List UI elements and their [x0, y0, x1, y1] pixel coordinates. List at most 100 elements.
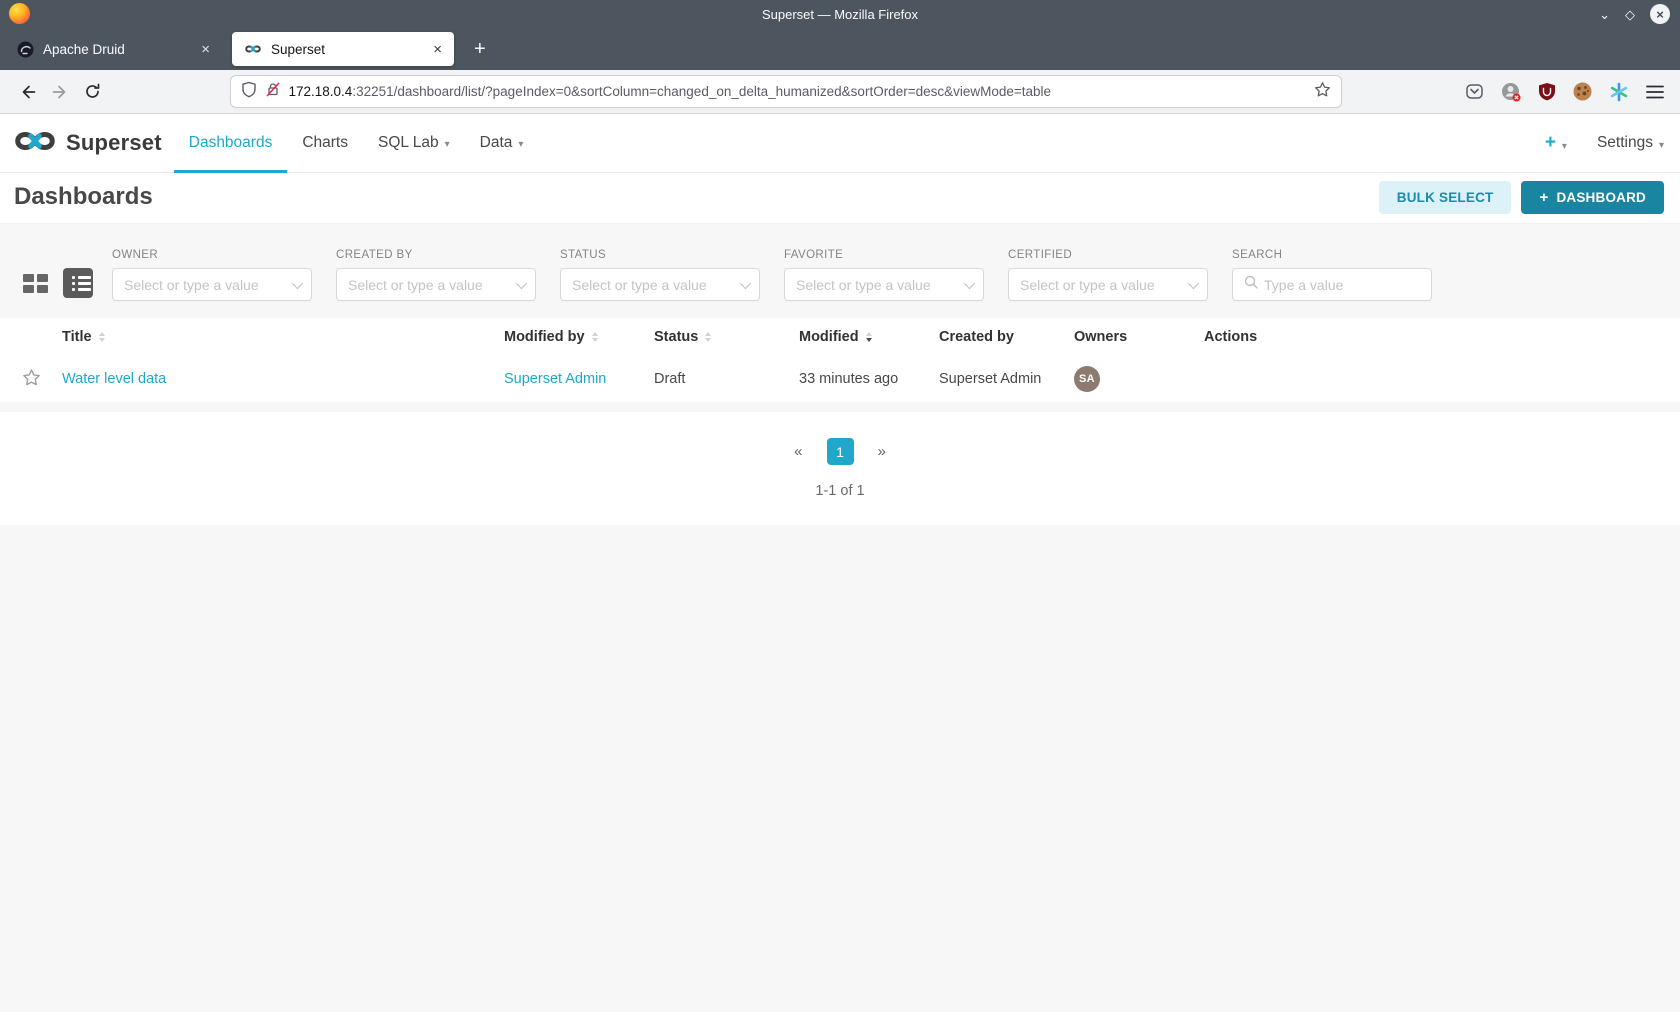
bulk-select-button[interactable]: BULK SELECT — [1379, 181, 1512, 214]
previous-page-icon[interactable]: « — [794, 443, 802, 460]
new-dashboard-button[interactable]: + DASHBOARD — [1521, 181, 1664, 214]
column-label: Status — [654, 329, 698, 345]
nav-item-dashboards[interactable]: Dashboards — [174, 114, 288, 172]
filter-label: STATUS — [560, 249, 760, 261]
superset-logo-icon — [12, 126, 58, 161]
close-window-icon[interactable]: × — [1650, 4, 1670, 24]
created-by-select[interactable]: Select or type a value — [336, 268, 536, 301]
reload-icon[interactable] — [76, 77, 108, 107]
row-owners-cell: SA — [1074, 366, 1204, 392]
superset-brand[interactable]: Superset — [12, 126, 162, 161]
cookie-icon[interactable] — [1571, 80, 1594, 103]
forward-icon[interactable] — [44, 77, 76, 107]
chevron-down-icon: ▾ — [518, 139, 523, 150]
pagination: « 1 » 1-1 of 1 — [0, 412, 1680, 525]
chevron-down-icon: ▾ — [445, 139, 450, 150]
ublock-origin-icon[interactable] — [1535, 80, 1558, 103]
superset-favicon — [244, 40, 262, 58]
shield-icon[interactable] — [241, 81, 257, 103]
table-row: Water level data Superset Admin Draft 33… — [16, 356, 1664, 402]
row-created-by-cell: Superset Admin — [939, 371, 1074, 387]
filter-label: SEARCH — [1232, 249, 1432, 261]
nav-item-data[interactable]: Data ▾ — [465, 114, 539, 172]
select-placeholder: Select or type a value — [1020, 277, 1180, 293]
superset-app: Superset Dashboards Charts SQL Lab ▾ Dat… — [0, 114, 1680, 525]
row-favorite-cell — [16, 368, 62, 391]
search-box — [1232, 268, 1432, 301]
new-item-menu[interactable]: +▾ — [1545, 132, 1567, 154]
extension-disabled-icon[interactable] — [1499, 80, 1522, 103]
tab-apache-druid[interactable]: Apache Druid × — [4, 32, 222, 66]
owner-select[interactable]: Select or type a value — [112, 268, 312, 301]
column-label: Owners — [1074, 329, 1127, 345]
dashboard-link[interactable]: Water level data — [62, 371, 166, 387]
row-status-cell: Draft — [654, 371, 799, 387]
bookmark-star-icon[interactable] — [1314, 81, 1331, 103]
druid-favicon — [16, 40, 34, 58]
search-input[interactable] — [1264, 277, 1445, 293]
column-label: Created by — [939, 329, 1014, 345]
settings-menu[interactable]: Settings▾ — [1597, 134, 1664, 152]
dashboards-table: Title Modified by Status Modified Create… — [0, 318, 1680, 412]
favorite-select[interactable]: Select or type a value — [784, 268, 984, 301]
select-placeholder: Select or type a value — [572, 277, 732, 293]
select-placeholder: Select or type a value — [124, 277, 284, 293]
browser-window: Superset — Mozilla Firefox ⌄ ◇ × Apache … — [0, 0, 1680, 1012]
nav-item-sql-lab[interactable]: SQL Lab ▾ — [363, 114, 465, 172]
status-select[interactable]: Select or type a value — [560, 268, 760, 301]
column-label: Actions — [1204, 329, 1257, 345]
window-title: Superset — Mozilla Firefox — [0, 7, 1680, 22]
column-label: Modified by — [504, 329, 585, 345]
tab-superset[interactable]: Superset × — [232, 32, 454, 66]
filter-label: CREATED BY — [336, 249, 536, 261]
window-controls: ⌄ ◇ × — [1599, 0, 1670, 28]
url-path: :32251/dashboard/list/?pageIndex=0&sortC… — [352, 84, 1051, 99]
url-text[interactable]: 172.18.0.4:32251/dashboard/list/?pageInd… — [289, 84, 1306, 99]
column-created-by: Created by — [939, 329, 1074, 345]
card-view-icon[interactable] — [21, 272, 50, 295]
pocket-icon[interactable] — [1463, 80, 1486, 103]
next-page-icon[interactable]: » — [878, 443, 886, 460]
nav-item-charts[interactable]: Charts — [287, 114, 363, 172]
sort-icon — [592, 332, 598, 342]
modified-by-link[interactable]: Superset Admin — [504, 371, 606, 387]
owner-avatar[interactable]: SA — [1074, 366, 1100, 392]
maximize-icon[interactable]: ◇ — [1625, 8, 1635, 21]
column-label: Title — [62, 329, 92, 345]
window-titlebar: Superset — Mozilla Firefox ⌄ ◇ × — [0, 0, 1680, 28]
minimize-icon[interactable]: ⌄ — [1599, 8, 1610, 21]
page-1-button[interactable]: 1 — [827, 438, 854, 465]
superset-navbar: Superset Dashboards Charts SQL Lab ▾ Dat… — [0, 114, 1680, 173]
insecure-lock-icon[interactable] — [265, 81, 281, 103]
tab-label: Superset — [271, 42, 431, 57]
multi-account-containers-icon[interactable] — [1607, 80, 1630, 103]
list-view-icon[interactable] — [63, 268, 93, 298]
page-background — [0, 525, 1680, 1012]
url-bar[interactable]: 172.18.0.4:32251/dashboard/list/?pageInd… — [231, 76, 1341, 107]
column-actions: Actions — [1204, 329, 1664, 345]
column-modified[interactable]: Modified — [799, 329, 939, 345]
nav-items: Dashboards Charts SQL Lab ▾ Data ▾ — [174, 114, 539, 172]
filter-label: CERTIFIED — [1008, 249, 1208, 261]
column-status[interactable]: Status — [654, 329, 799, 345]
filter-favorite: FAVORITE Select or type a value — [784, 249, 984, 301]
row-title-cell: Water level data — [62, 371, 504, 387]
back-icon[interactable] — [12, 77, 44, 107]
new-tab-button[interactable]: + — [468, 38, 492, 61]
favorite-star-icon[interactable] — [22, 368, 41, 391]
tab-close-icon[interactable]: × — [199, 41, 212, 58]
chevron-down-icon — [292, 277, 303, 288]
column-title[interactable]: Title — [62, 329, 504, 345]
chevron-down-icon: ▾ — [1659, 140, 1664, 151]
extension-icons — [1463, 80, 1668, 103]
certified-select[interactable]: Select or type a value — [1008, 268, 1208, 301]
menu-hamburger-icon[interactable] — [1643, 80, 1666, 103]
sort-desc-icon — [866, 332, 872, 342]
page-title: Dashboards — [14, 183, 153, 211]
row-modified-by-cell: Superset Admin — [504, 371, 654, 387]
pager: « 1 » — [0, 438, 1680, 465]
bulk-select-label: BULK SELECT — [1397, 190, 1494, 205]
browser-tabstrip: Apache Druid × Superset × + — [0, 28, 1680, 70]
tab-close-icon[interactable]: × — [431, 41, 444, 58]
column-modified-by[interactable]: Modified by — [504, 329, 654, 345]
